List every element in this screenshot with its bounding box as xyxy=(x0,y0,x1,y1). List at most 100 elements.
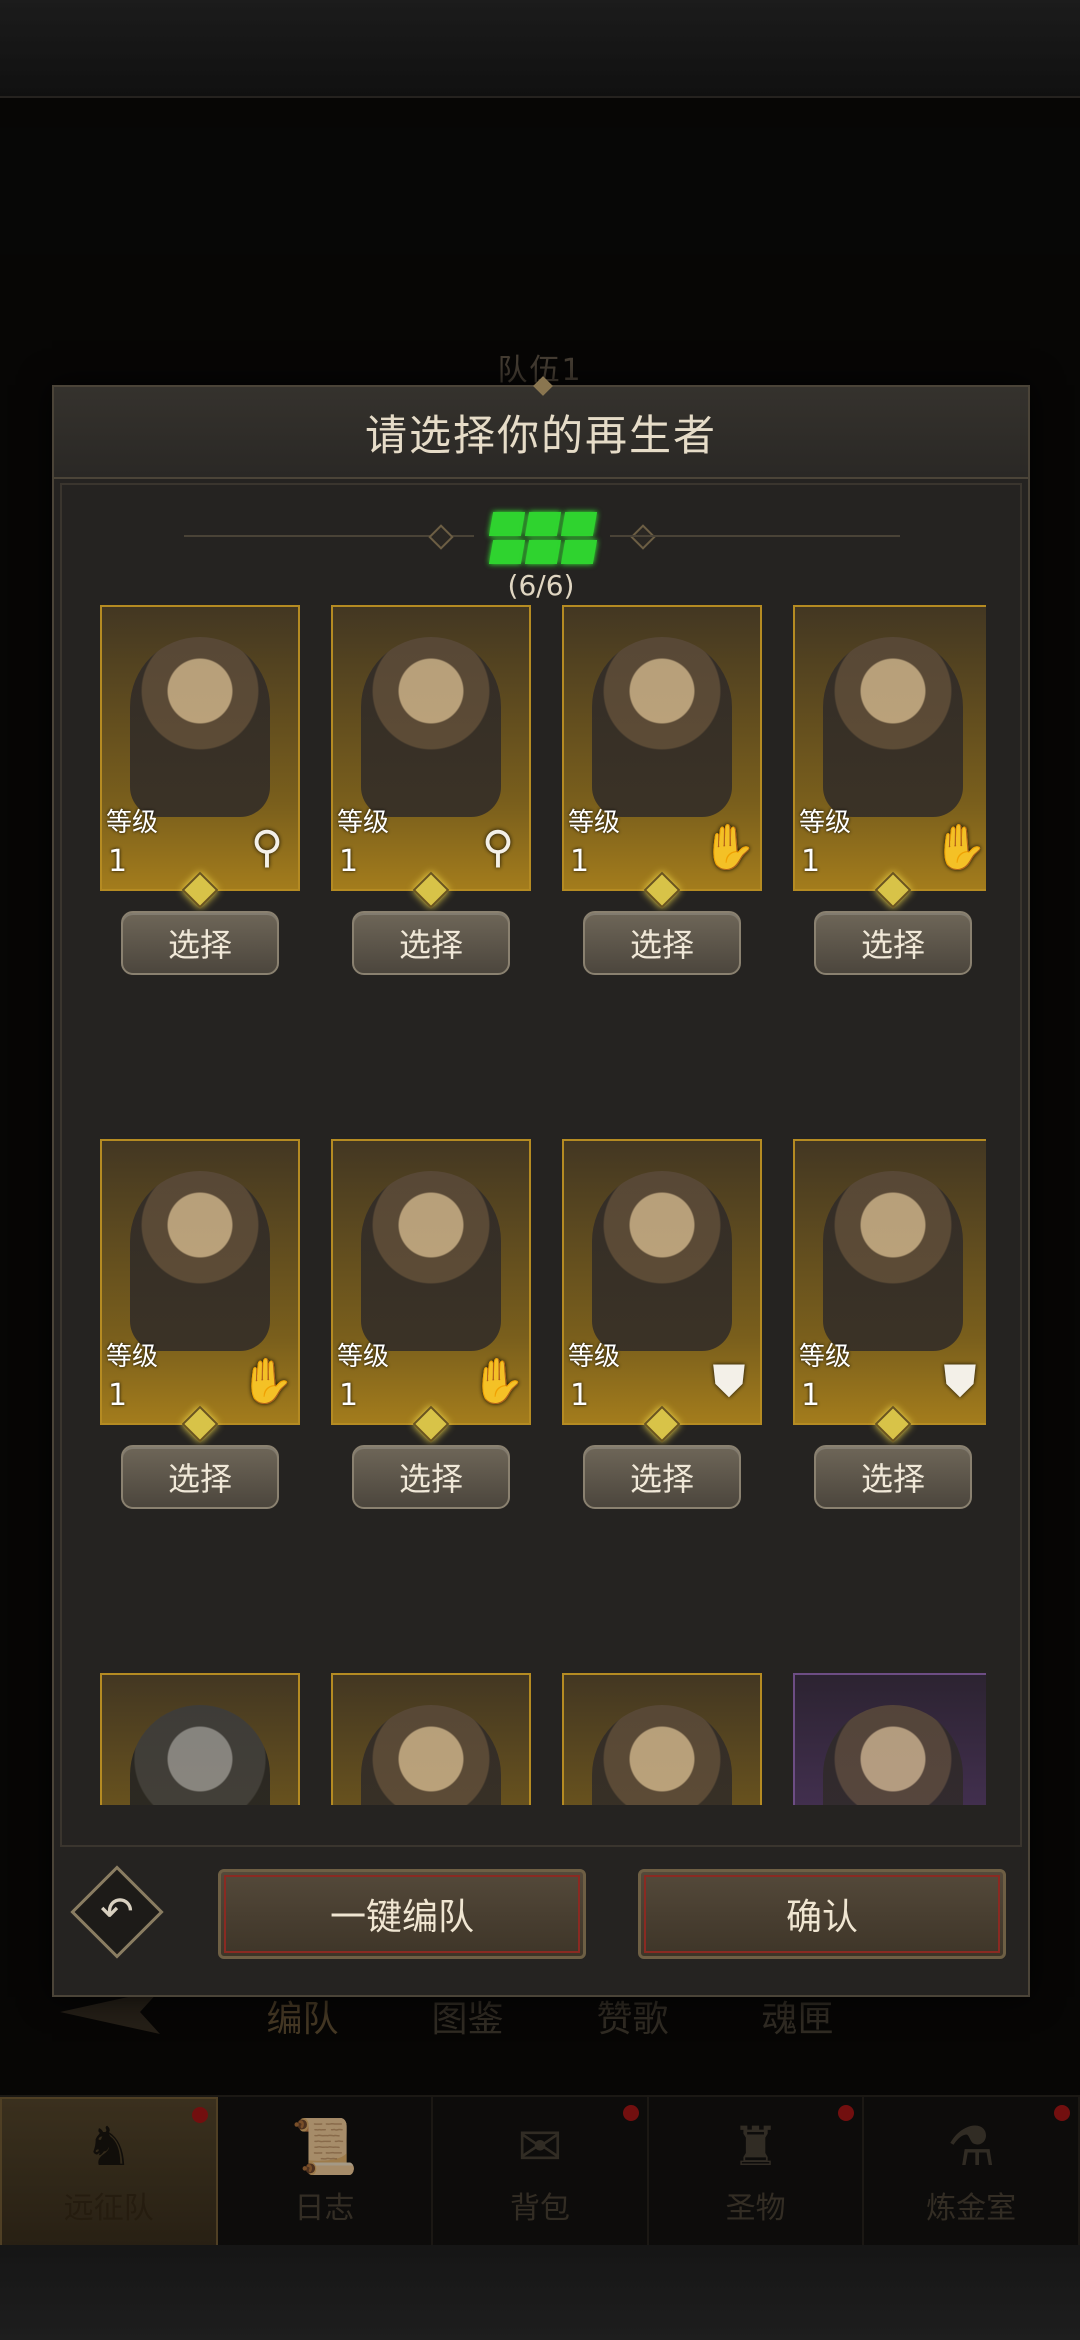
hero-card[interactable]: 等级 1 ✋ xyxy=(100,1139,300,1425)
background-tabs: 编队 图鉴 赞歌 魂匣 xyxy=(0,1990,1080,2060)
team-slot xyxy=(560,540,598,564)
hero-card[interactable]: 等级 1 ✋ xyxy=(331,1139,531,1425)
hero-portrait xyxy=(130,637,270,817)
scroll-icon: 📜 xyxy=(290,2115,359,2178)
team-slot xyxy=(488,512,526,536)
level-label: 等级 xyxy=(106,1342,159,1372)
nav-alchemy[interactable]: ⚗ 炼金室 xyxy=(864,2097,1080,2247)
level-value: 1 xyxy=(570,844,590,879)
hero-card[interactable] xyxy=(793,1673,986,1805)
level-value: 1 xyxy=(801,1378,821,1413)
nav-label: 日志 xyxy=(294,2191,355,2226)
bottom-nav: ♞ 远征队 📜 日志 ✉ 背包 ♜ 圣物 ⚗ 炼金室 xyxy=(0,2095,1080,2247)
level-label: 等级 xyxy=(799,808,852,838)
hero-portrait xyxy=(130,1171,270,1351)
hero-portrait xyxy=(823,1705,963,1805)
hero-card[interactable]: 等级 1 ⚲ xyxy=(331,605,531,891)
team-slot xyxy=(560,512,598,536)
select-button[interactable]: 选择 xyxy=(814,911,972,975)
hero-portrait xyxy=(361,637,501,817)
hand-icon: ✋ xyxy=(470,1356,526,1407)
tab-formation[interactable]: 编队 xyxy=(266,1990,338,2060)
hand-icon: ✋ xyxy=(701,822,757,873)
divider-right xyxy=(610,535,900,537)
nav-relics[interactable]: ♜ 圣物 xyxy=(649,2097,865,2247)
hero-card[interactable]: 等级 1 ⚲ xyxy=(100,605,300,891)
shield-icon: ⛊ xyxy=(943,1355,977,1407)
level-value: 1 xyxy=(108,1378,128,1413)
level-label: 等级 xyxy=(568,1342,621,1372)
tab-soul-box[interactable]: 魂匣 xyxy=(761,1990,833,2060)
hero-card[interactable]: 等级 1 ✋ xyxy=(562,605,762,891)
modal-title: 请选择你的再生者 xyxy=(364,410,717,460)
level-value: 1 xyxy=(801,844,821,879)
select-button[interactable]: 选择 xyxy=(352,1445,510,1509)
team-slots-indicator xyxy=(488,512,598,564)
confirm-button[interactable]: 确认 xyxy=(638,1869,1006,1959)
notification-dot xyxy=(191,2107,208,2123)
top-decor-bar xyxy=(0,0,1080,98)
nav-label: 炼金室 xyxy=(926,2191,1017,2226)
alchemy-icon: ⚗ xyxy=(946,2115,996,2178)
auto-team-button[interactable]: 一键编队 xyxy=(218,1869,586,1959)
nav-journal[interactable]: 📜 日志 xyxy=(218,2097,434,2247)
tab-anthem[interactable]: 赞歌 xyxy=(596,1990,668,2060)
notification-dot xyxy=(1053,2105,1070,2121)
level-value: 1 xyxy=(339,844,359,879)
level-label: 等级 xyxy=(799,1342,852,1372)
hero-card[interactable]: 等级 1 ✋ xyxy=(793,605,986,891)
hero-card[interactable]: 等级 1 ⛊ xyxy=(793,1139,986,1425)
level-value: 1 xyxy=(108,844,128,879)
level-label: 等级 xyxy=(568,808,621,838)
team-slot xyxy=(524,512,562,536)
modal-footer: ↶ 一键编队 确认 xyxy=(54,1843,1028,1993)
select-button[interactable]: 选择 xyxy=(583,911,741,975)
team-slot xyxy=(524,540,562,564)
slot-count: (6/6) xyxy=(507,569,575,602)
staff-icon: ⚲ xyxy=(481,821,515,873)
hand-icon: ✋ xyxy=(239,1356,295,1407)
nav-expedition[interactable]: ♞ 远征队 xyxy=(0,2097,218,2247)
select-button[interactable]: 选择 xyxy=(814,1445,972,1509)
hero-portrait xyxy=(361,1705,501,1805)
undo-icon: ↶ xyxy=(100,1888,134,1935)
level-value: 1 xyxy=(339,1378,359,1413)
staff-icon: ⚲ xyxy=(250,821,284,873)
select-button[interactable]: 选择 xyxy=(352,911,510,975)
level-label: 等级 xyxy=(337,808,390,838)
hero-portrait xyxy=(823,1171,963,1351)
bottom-decor-bar xyxy=(0,2245,1080,2340)
select-button[interactable]: 选择 xyxy=(121,911,279,975)
hero-portrait xyxy=(592,1171,732,1351)
hero-grid: 等级 1 ⚲ 等级 1 ⚲ 等级 1 ✋ 等级 1 ✋ 选择 选择 选择 选择 xyxy=(100,605,986,1805)
level-value: 1 xyxy=(570,1378,590,1413)
hero-card[interactable] xyxy=(331,1673,531,1805)
notification-dot xyxy=(622,2105,639,2121)
hero-card[interactable] xyxy=(562,1673,762,1805)
tab-codex[interactable]: 图鉴 xyxy=(431,1990,503,2060)
level-label: 等级 xyxy=(106,808,159,838)
hero-card[interactable]: 等级 1 ⛊ xyxy=(562,1139,762,1425)
nav-label: 背包 xyxy=(509,2191,570,2226)
helmet-icon: ♞ xyxy=(84,2115,133,2178)
shield-icon: ⛊ xyxy=(712,1355,746,1407)
hero-card[interactable] xyxy=(100,1673,300,1805)
bag-icon: ✉ xyxy=(517,2115,563,2178)
hero-portrait xyxy=(361,1171,501,1351)
nav-backpack[interactable]: ✉ 背包 xyxy=(433,2097,649,2247)
notification-dot xyxy=(838,2105,855,2121)
chalice-icon: ♜ xyxy=(731,2115,780,2178)
hero-portrait xyxy=(592,1705,732,1805)
back-button[interactable]: ↶ xyxy=(70,1865,164,1959)
hero-select-modal: 请选择你的再生者 (6/6) 等级 1 ⚲ 等级 1 ⚲ 等级 1 ✋ 等级 1… xyxy=(52,376,1030,1997)
level-label: 等级 xyxy=(337,1342,390,1372)
hand-icon: ✋ xyxy=(932,822,986,873)
nav-label: 圣物 xyxy=(725,2191,786,2226)
select-button[interactable]: 选择 xyxy=(121,1445,279,1509)
modal-header: 请选择你的再生者 xyxy=(54,387,1028,479)
nav-label: 远征队 xyxy=(63,2191,154,2226)
hero-portrait xyxy=(823,637,963,817)
hero-portrait xyxy=(592,637,732,817)
select-button[interactable]: 选择 xyxy=(583,1445,741,1509)
hero-portrait xyxy=(130,1705,270,1805)
